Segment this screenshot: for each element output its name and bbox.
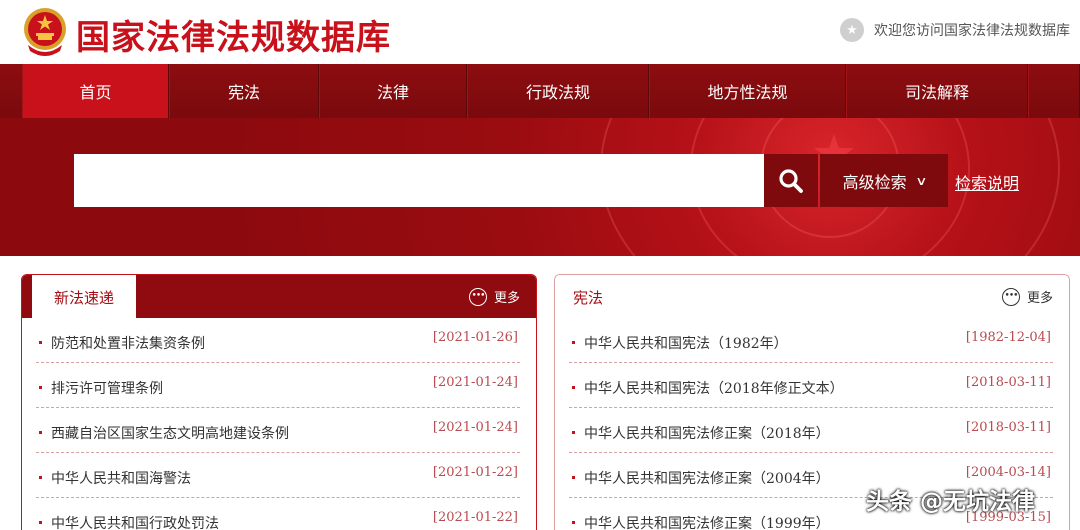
more-icon: ••• <box>468 287 487 306</box>
new-laws-tab[interactable]: 新法速递 <box>32 275 136 318</box>
more-label: 更多 <box>493 291 520 306</box>
advanced-search-label: 高级检索 <box>842 172 907 192</box>
more-link[interactable]: ••• 更多 <box>468 287 520 306</box>
bullet <box>572 385 575 389</box>
law-date: [2021-01-22] <box>432 465 518 480</box>
more-link[interactable]: ••• 更多 <box>1001 287 1053 306</box>
advanced-search-button[interactable]: 高级检索 ∨ <box>820 154 948 207</box>
bullet <box>572 475 575 479</box>
list-item: 中华人民共和国宪法修正案（2018年） [2018-03-11] <box>569 408 1053 453</box>
bullet <box>39 340 42 344</box>
law-date: [1982-12-04] <box>965 330 1051 345</box>
watermark: 头条 @无坑法律 <box>866 489 1036 515</box>
search-button[interactable] <box>764 154 818 207</box>
list-item: 中华人民共和国海警法 [2021-01-22] <box>36 453 520 498</box>
site-title: 国家法律法规数据库 <box>76 18 391 58</box>
constitution-tab[interactable]: 宪法 <box>555 275 619 318</box>
list-item: 中华人民共和国宪法（1982年） [1982-12-04] <box>569 318 1053 363</box>
bullet <box>39 475 42 479</box>
search-banner: 高级检索 ∨ 检索说明 <box>0 118 1080 256</box>
search-icon <box>779 168 803 193</box>
search-input[interactable] <box>74 154 764 207</box>
search-help-link[interactable]: 检索说明 <box>955 170 1019 194</box>
new-laws-panel: 新法速递 ••• 更多 防范和处置非法集资条例 [2021-01-26] 排污许… <box>21 274 537 530</box>
law-date: [2021-01-22] <box>432 510 518 525</box>
list-item: 防范和处置非法集资条例 [2021-01-26] <box>36 318 520 363</box>
bullet <box>572 520 575 524</box>
nav-item-administrative-regulations[interactable]: 行政法规 <box>467 64 649 118</box>
bullet <box>39 385 42 389</box>
nav-item-judicial-interpretations[interactable]: 司法解释 <box>846 64 1028 118</box>
welcome-message: ★ 欢迎您访问国家法律法规数据库 <box>840 18 1070 42</box>
nav-item-constitution[interactable]: 宪法 <box>169 64 319 118</box>
national-emblem-icon <box>24 8 66 56</box>
list-item: 西藏自治区国家生态文明高地建设条例 [2021-01-24] <box>36 408 520 453</box>
bullet <box>572 430 575 434</box>
chevron-down-icon: ∨ <box>914 173 928 188</box>
law-date: [2018-03-11] <box>965 375 1051 390</box>
law-date: [2021-01-24] <box>432 420 518 435</box>
site-header: 国家法律法规数据库 ★ 欢迎您访问国家法律法规数据库 <box>0 0 1080 64</box>
list-item: 中华人民共和国宪法（2018年修正文本） [2018-03-11] <box>569 363 1053 408</box>
main-nav: 首页 宪法 法律 行政法规 地方性法规 司法解释 <box>0 64 1080 118</box>
list-item: 中华人民共和国行政处罚法 [2021-01-22] <box>36 498 520 530</box>
law-date: [2018-03-11] <box>965 420 1051 435</box>
law-date: [2021-01-26] <box>432 330 518 345</box>
new-laws-list: 防范和处置非法集资条例 [2021-01-26] 排污许可管理条例 [2021-… <box>22 318 536 530</box>
bullet <box>39 520 42 524</box>
bullet <box>39 430 42 434</box>
nav-item-laws[interactable]: 法律 <box>319 64 467 118</box>
panel-header: 新法速递 ••• 更多 <box>22 275 536 318</box>
welcome-text: 欢迎您访问国家法律法规数据库 <box>874 23 1070 39</box>
law-date: [2021-01-24] <box>432 375 518 390</box>
more-icon: ••• <box>1001 287 1020 306</box>
list-item: 排污许可管理条例 [2021-01-24] <box>36 363 520 408</box>
nav-spacer <box>1028 64 1080 118</box>
law-date: [2004-03-14] <box>965 465 1051 480</box>
star-icon: ★ <box>840 18 864 42</box>
more-label: 更多 <box>1026 291 1053 306</box>
bullet <box>572 340 575 344</box>
nav-item-home[interactable]: 首页 <box>22 64 169 118</box>
panel-header: 宪法 ••• 更多 <box>555 275 1069 318</box>
nav-item-local-regulations[interactable]: 地方性法规 <box>649 64 846 118</box>
